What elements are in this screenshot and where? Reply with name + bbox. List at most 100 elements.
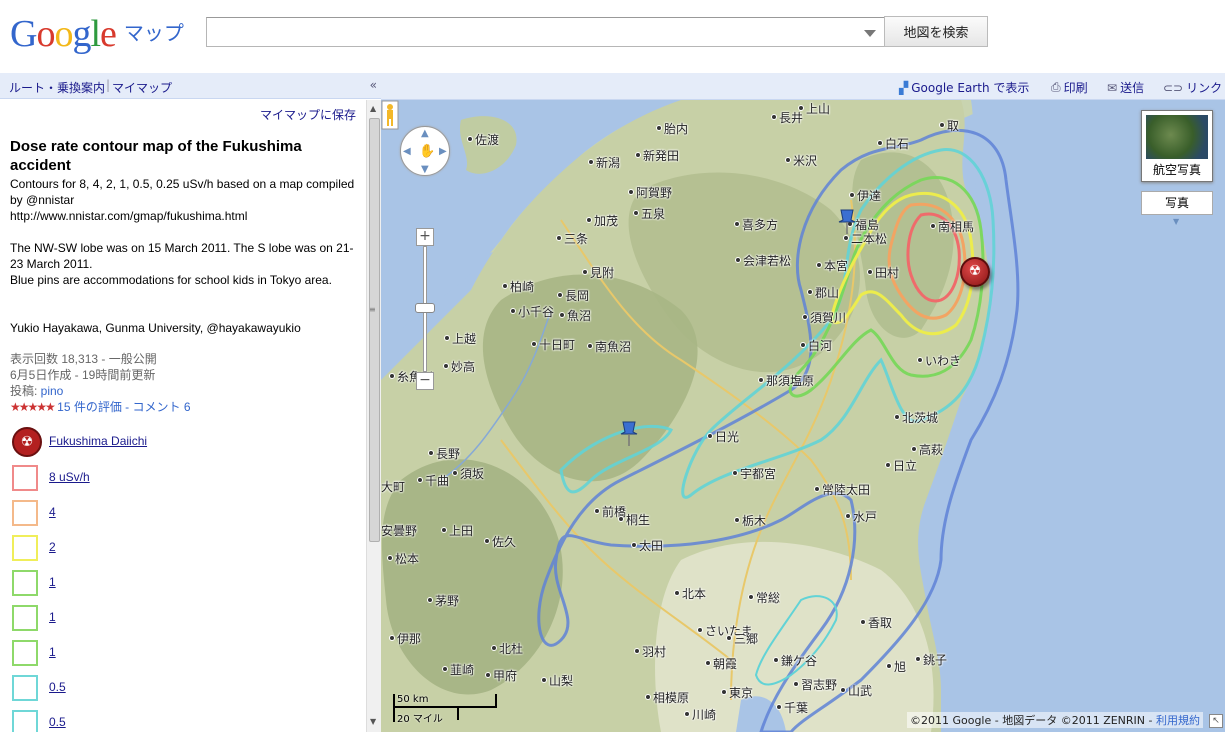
hand-icon: ✋ (419, 144, 436, 159)
save-to-mymaps-link[interactable]: マイマップに保存 (260, 106, 356, 123)
zoom-slider[interactable]: + − (415, 228, 435, 398)
city-dot-icon (556, 235, 562, 241)
city-dot-icon (776, 704, 782, 710)
city-label: 松本 (395, 552, 420, 566)
photo-layer-button[interactable]: 写真 (1141, 191, 1213, 215)
dropdown-caret-icon[interactable] (864, 30, 876, 37)
legend-label[interactable]: 2 (49, 540, 56, 554)
blue-pushpin-icon[interactable] (619, 418, 639, 448)
city-dot-icon (793, 681, 799, 687)
google-maps-logo[interactable]: Google マップ (10, 12, 184, 55)
contour-color-swatch (12, 605, 38, 631)
city-label: 香取 (868, 616, 893, 630)
city-label: 会津若松 (743, 254, 792, 268)
panel-scrollbar[interactable]: ▲ ≡ ▼ (366, 100, 381, 732)
legend-item[interactable]: 4 (12, 499, 56, 527)
author-link[interactable]: pino (41, 384, 64, 398)
rating-stars-icon: ★★★★★ (10, 400, 56, 414)
overview-toggle-icon[interactable]: ↖ (1209, 714, 1223, 728)
legend-item[interactable]: 8 uSv/h (12, 464, 90, 492)
legend-label[interactable]: 1 (49, 610, 56, 624)
scrollbar-thumb[interactable] (369, 118, 380, 542)
legend-item[interactable]: 1 (12, 639, 56, 667)
city-dot-icon (802, 314, 808, 320)
contour-color-swatch (12, 710, 38, 732)
city-dot-icon (510, 308, 516, 314)
map-title: Dose rate contour map of the Fukushima a… (10, 138, 302, 174)
pan-up-icon[interactable]: ▲ (421, 128, 429, 139)
pegman-street-view-icon[interactable] (381, 100, 399, 130)
city-dot-icon (735, 257, 741, 263)
legend-label[interactable]: Fukushima Daiichi (49, 434, 147, 448)
nav-divider: | (106, 78, 111, 92)
pan-left-icon[interactable]: ◀ (403, 146, 411, 157)
collapse-panel-icon[interactable]: « (370, 78, 377, 92)
legend-item[interactable]: 1 (12, 569, 56, 597)
chevron-down-icon[interactable]: ▼ (1173, 217, 1179, 226)
terms-link[interactable]: 利用規約 (1156, 714, 1200, 727)
map-canvas[interactable]: 佐渡 胎内 新潟 新発田 阿賀野 加茂 五泉 三条 見附 長岡 柏崎 小千谷 魚沼 十日町 南魚沼 上越 妙高糸… (381, 100, 1225, 732)
envelope-icon: ✉ (1107, 80, 1118, 95)
legend-label[interactable]: 8 uSv/h (49, 470, 90, 484)
city-label: 郡山 (815, 286, 840, 300)
city-label: 常総 (756, 591, 781, 605)
pan-control[interactable]: ▲ ▼ ◀ ▶ ✋ (400, 126, 450, 176)
legend-label[interactable]: 0.5 (49, 715, 66, 729)
map-copyright: ©2011 Google - 地図データ ©2011 ZENRIN - 利用規約 (906, 712, 1203, 728)
city-label: 佐久 (492, 535, 517, 549)
ratings-link[interactable]: 15 件の評価 (57, 400, 122, 414)
legend-label[interactable]: 1 (49, 575, 56, 589)
search-map-button[interactable]: 地図を検索 (884, 16, 988, 47)
zoom-in-button[interactable]: + (416, 228, 434, 246)
contour-color-swatch (12, 640, 38, 666)
city-label: 佐渡 (475, 133, 500, 147)
legend-label[interactable]: 1 (49, 645, 56, 659)
city-label: 見附 (590, 266, 615, 280)
comments-link[interactable]: コメント 6 (133, 400, 191, 414)
pan-right-icon[interactable]: ▶ (439, 146, 447, 157)
city-label: 長井 (779, 111, 804, 125)
city-dot-icon (389, 635, 395, 641)
scroll-up-arrow-icon[interactable]: ▲ (370, 104, 376, 113)
legend-item[interactable]: 0.5 (12, 709, 66, 732)
legend-item[interactable]: ☢ Fukushima Daiichi (12, 427, 147, 457)
city-dot-icon (531, 341, 537, 347)
city-dot-icon (886, 663, 892, 669)
city-label: 柏崎 (510, 280, 535, 294)
contour-color-swatch (12, 675, 38, 701)
blue-pushpin-icon[interactable] (837, 206, 857, 236)
zoom-thumb[interactable] (415, 303, 435, 313)
scroll-down-arrow-icon[interactable]: ▼ (370, 717, 376, 726)
legend-label[interactable]: 4 (49, 505, 56, 519)
google-earth-icon: ▞ (899, 80, 909, 95)
satellite-view-button[interactable]: 航空写真 (1141, 110, 1213, 182)
city-dot-icon (502, 283, 508, 289)
legend-label[interactable]: 0.5 (49, 680, 66, 694)
legend-item[interactable]: 1 (12, 604, 56, 632)
legend-item[interactable]: 2 (12, 534, 56, 562)
city-dot-icon (721, 689, 727, 695)
mymaps-link[interactable]: マイマップ (112, 79, 172, 96)
city-label: 上山 (806, 102, 831, 116)
city-dot-icon (541, 677, 547, 683)
send-link[interactable]: ✉ 送信 (1107, 79, 1144, 96)
reactor-marker-icon: ☢ (12, 427, 42, 457)
legend-item[interactable]: 0.5 (12, 674, 66, 702)
route-transit-link[interactable]: ルート・乗換案内 (9, 79, 105, 96)
city-label: 北本 (682, 587, 707, 601)
view-in-google-earth-link[interactable]: ▞ Google Earth で表示 (899, 79, 1029, 96)
city-label: 那須塩原 (766, 374, 815, 388)
map-toolbar: ▞ Google Earth で表示 ⎙ 印刷 ✉ 送信 ⊂⊃ リンク (381, 73, 1225, 100)
city-dot-icon (594, 508, 600, 514)
pan-down-icon[interactable]: ▼ (421, 164, 429, 175)
city-label: 新発田 (643, 149, 680, 163)
zoom-out-button[interactable]: − (416, 372, 434, 390)
print-link[interactable]: ⎙ 印刷 (1051, 79, 1088, 96)
city-dot-icon (807, 289, 813, 295)
city-dot-icon (758, 377, 764, 383)
fukushima-daiichi-marker-icon[interactable]: ☢ (960, 257, 990, 287)
city-dot-icon (915, 656, 921, 662)
link-link[interactable]: ⊂⊃ リンク (1163, 79, 1222, 96)
search-input[interactable] (206, 17, 885, 47)
city-dot-icon (428, 450, 434, 456)
